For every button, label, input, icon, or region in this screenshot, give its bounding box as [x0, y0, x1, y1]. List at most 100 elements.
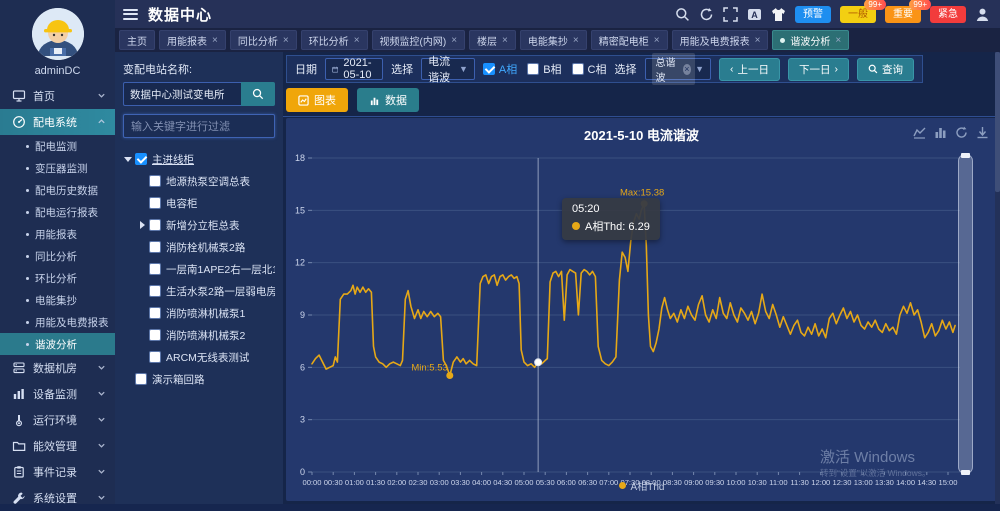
datazoom-bottom-handle[interactable] [961, 470, 970, 475]
tree-node-电容柜[interactable]: 电容柜 [123, 192, 275, 214]
sidebar-item-配电系统[interactable]: 配电系统 [0, 109, 115, 135]
tab-close-icon[interactable]: × [654, 35, 660, 46]
fullscreen-icon[interactable] [723, 7, 738, 22]
bar-chart-icon[interactable] [934, 126, 947, 139]
refresh-icon[interactable] [699, 7, 714, 22]
tab-close-icon[interactable]: × [212, 35, 218, 46]
line-chart-plot[interactable]: 036912151800:0000:3001:0001:3002:0002:30… [286, 118, 994, 501]
tree-node-演示箱回路[interactable]: 演示箱回路 [123, 368, 275, 390]
query-button[interactable]: 查询 [857, 58, 914, 81]
sidebar-subitem-环比分析[interactable]: 环比分析 [0, 267, 115, 289]
checkbox-icon[interactable] [149, 351, 161, 363]
checkbox-icon[interactable] [149, 285, 161, 297]
sidebar-subitem-配电运行报表[interactable]: 配电运行报表 [0, 201, 115, 223]
sidebar-item-首页[interactable]: 首页 [0, 83, 115, 109]
checkbox-icon[interactable] [572, 63, 584, 75]
tab-楼层[interactable]: 楼层× [469, 30, 516, 50]
caret-right-icon[interactable] [137, 221, 147, 229]
tab-环比分析[interactable]: 环比分析× [301, 30, 368, 50]
checkbox-icon[interactable] [135, 373, 147, 385]
checkbox-icon[interactable] [149, 263, 161, 275]
menu-toggle-icon[interactable] [123, 9, 138, 20]
search-icon[interactable] [675, 7, 690, 22]
avatar[interactable] [0, 0, 115, 60]
sidebar-subitem-变压器监测[interactable]: 变压器监测 [0, 157, 115, 179]
alert-button-urgent[interactable]: 紧急 [930, 6, 966, 23]
theme-shirt-icon[interactable] [771, 7, 786, 22]
scrollbar[interactable] [995, 52, 1000, 504]
checkbox-icon[interactable] [149, 307, 161, 319]
prev-day-button[interactable]: ‹ 上一日 [719, 58, 780, 81]
station-search-button[interactable] [241, 82, 275, 106]
checkbox-icon[interactable] [149, 219, 161, 231]
user-icon[interactable] [975, 7, 990, 22]
sidebar-item-运行环境[interactable]: 运行环境 [0, 407, 115, 433]
tree-node-ARCM无线表测试[interactable]: ARCM无线表测试 [123, 346, 275, 368]
checkbox-icon[interactable] [483, 63, 495, 75]
tree-node-消防喷淋机械泵1[interactable]: 消防喷淋机械泵1 [123, 302, 275, 324]
tab-同比分析[interactable]: 同比分析× [230, 30, 297, 50]
checkbox-icon[interactable] [149, 329, 161, 341]
checkbox-icon[interactable] [135, 153, 147, 165]
sidebar-subitem-配电历史数据[interactable]: 配电历史数据 [0, 179, 115, 201]
tree-node-地源热泵空调总表[interactable]: 地源热泵空调总表 [123, 170, 275, 192]
phase-checkbox-B相[interactable]: B相 [527, 61, 561, 77]
phase-checkbox-C相[interactable]: C相 [572, 61, 607, 77]
station-input[interactable]: 数据中心测试变电所 [123, 82, 241, 106]
next-day-button[interactable]: 下一日 › [788, 58, 849, 81]
line-chart-icon[interactable] [913, 126, 926, 139]
scrollbar-thumb[interactable] [995, 52, 1000, 192]
tab-close-icon[interactable]: × [835, 35, 841, 46]
tab-用能及电费报表[interactable]: 用能及电费报表× [672, 30, 769, 50]
tab-close-icon[interactable]: × [283, 35, 289, 46]
tree-node-主进线柜[interactable]: 主进线柜 [123, 148, 275, 170]
checkbox-icon[interactable] [527, 63, 539, 75]
alert-button-warning[interactable]: 预警 [795, 6, 831, 23]
tree-node-消防喷淋机械泵2[interactable]: 消防喷淋机械泵2 [123, 324, 275, 346]
sidebar-subitem-谐波分析[interactable]: 谐波分析 [0, 333, 115, 355]
harmonic-order-select[interactable]: 总谐波× ▼ [645, 58, 712, 80]
chart-view-button[interactable]: 图表 [286, 88, 348, 112]
checkbox-icon[interactable] [149, 175, 161, 187]
tab-close-icon[interactable]: × [573, 35, 579, 46]
tree-node-生活水泵2路一层弱电房[interactable]: 生活水泵2路一层弱电房 [123, 280, 275, 302]
tab-close-icon[interactable]: × [502, 35, 508, 46]
harmonic-type-select[interactable]: 电流谐波▼ [421, 58, 475, 80]
tab-用能报表[interactable]: 用能报表× [159, 30, 226, 50]
chart-legend[interactable]: A相Thd [286, 478, 997, 493]
tab-close-icon[interactable]: × [451, 35, 457, 46]
tree-filter-input[interactable]: 输入关键字进行过滤 [123, 114, 275, 138]
tab-close-icon[interactable]: × [755, 35, 761, 46]
download-icon[interactable] [976, 126, 989, 139]
checkbox-icon[interactable] [149, 241, 161, 253]
language-icon[interactable]: A [747, 7, 762, 22]
tab-视频监控(内网)[interactable]: 视频监控(内网)× [372, 30, 466, 50]
sidebar-item-数据机房[interactable]: 数据机房 [0, 355, 115, 381]
tab-谐波分析[interactable]: 谐波分析× [772, 30, 849, 50]
sidebar-subitem-用能报表[interactable]: 用能报表 [0, 223, 115, 245]
tab-close-icon[interactable]: × [354, 35, 360, 46]
datazoom-slider[interactable] [958, 154, 973, 474]
sidebar-subitem-用能及电费报表[interactable]: 用能及电费报表 [0, 311, 115, 333]
sidebar-subitem-同比分析[interactable]: 同比分析 [0, 245, 115, 267]
sidebar-item-系统设置[interactable]: 系统设置 [0, 485, 115, 511]
tree-node-消防栓机械泵2路[interactable]: 消防栓机械泵2路 [123, 236, 275, 258]
tab-电能集抄[interactable]: 电能集抄× [520, 30, 587, 50]
tab-精密配电柜[interactable]: 精密配电柜× [591, 30, 668, 50]
restore-icon[interactable] [955, 126, 968, 139]
sidebar-subitem-配电监测[interactable]: 配电监测 [0, 135, 115, 157]
date-picker[interactable]: 2021-05-10 [325, 58, 383, 80]
caret-down-icon[interactable] [123, 157, 133, 162]
data-view-button[interactable]: 数据 [357, 88, 419, 112]
sidebar-item-能效管理[interactable]: 能效管理 [0, 433, 115, 459]
sidebar-item-事件记录[interactable]: 事件记录 [0, 459, 115, 485]
sidebar-subitem-电能集抄[interactable]: 电能集抄 [0, 289, 115, 311]
alert-button-general[interactable]: 一般99+ [840, 6, 876, 23]
phase-checkbox-A相[interactable]: A相 [483, 61, 517, 77]
tag-remove-icon[interactable]: × [683, 64, 691, 75]
tab-主页[interactable]: 主页 [119, 30, 155, 50]
tree-node-新增分立柜总表[interactable]: 新增分立柜总表 [123, 214, 275, 236]
sidebar-item-设备监测[interactable]: 设备监测 [0, 381, 115, 407]
checkbox-icon[interactable] [149, 197, 161, 209]
alert-button-important[interactable]: 重要99+ [885, 6, 921, 23]
